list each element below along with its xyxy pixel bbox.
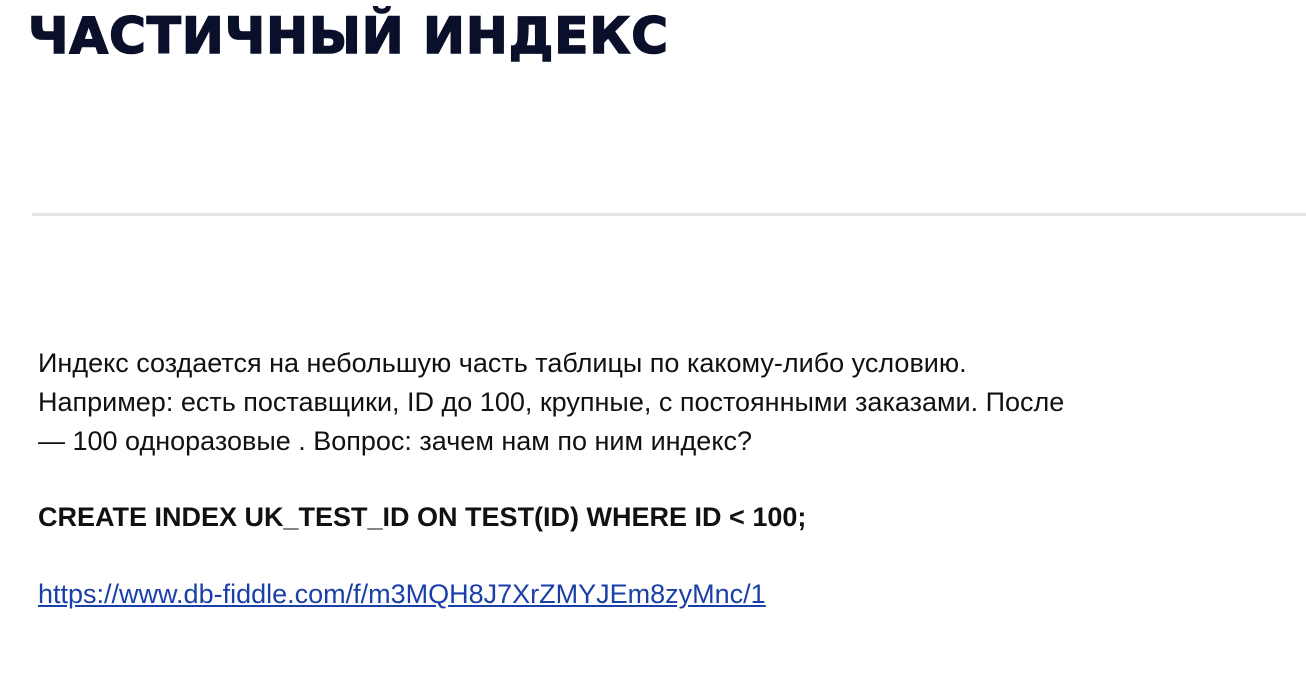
- body-line: — 100 одноразовые . Вопрос: зачем нам по…: [38, 426, 752, 456]
- body-line: Например: есть поставщики, ID до 100, кр…: [38, 387, 1065, 417]
- body-line: Индекс создается на небольшую часть табл…: [38, 348, 967, 378]
- title-divider: [32, 213, 1306, 216]
- body-paragraph: Индекс создается на небольшую часть табл…: [38, 344, 1278, 461]
- sql-statement: CREATE INDEX UK_TEST_ID ON TEST(ID) WHER…: [38, 502, 807, 532]
- db-fiddle-link[interactable]: https://www.db-fiddle.com/f/m3MQH8J7XrZM…: [38, 576, 766, 612]
- slide-title: ЧАСТИЧНЫЙ ИНДЕКС: [27, 7, 669, 65]
